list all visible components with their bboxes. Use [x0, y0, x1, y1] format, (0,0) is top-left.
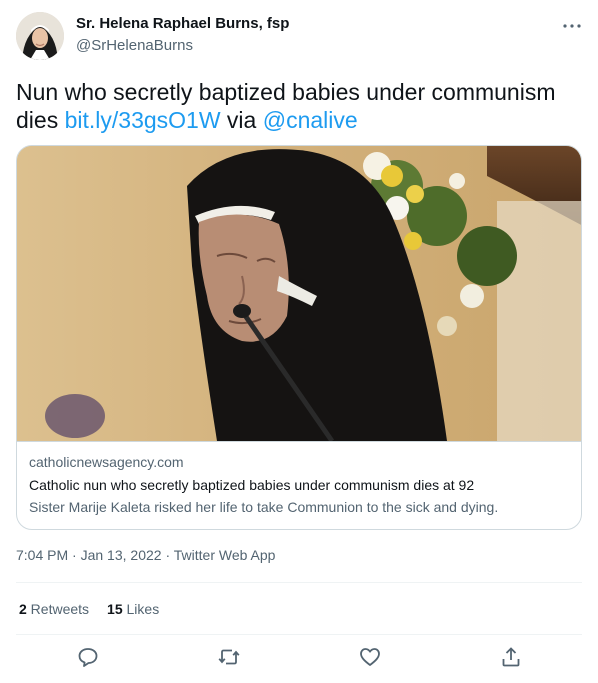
- retweets-count: 2: [19, 601, 27, 617]
- divider: [16, 582, 582, 583]
- retweets-stat[interactable]: 2 Retweets: [19, 601, 89, 617]
- card-domain: catholicnewsagency.com: [29, 454, 184, 470]
- reply-icon[interactable]: [76, 645, 100, 669]
- tweet-link[interactable]: bit.ly/33gsO1W: [65, 107, 221, 133]
- heart-icon[interactable]: [358, 645, 382, 669]
- tweet-date[interactable]: Jan 13, 2022: [81, 547, 162, 563]
- author-handle[interactable]: @SrHelenaBurns: [76, 37, 193, 54]
- tweet-time[interactable]: 7:04 PM: [16, 547, 68, 563]
- divider: [16, 634, 582, 635]
- meta-separator: ·: [161, 547, 174, 563]
- tweet-mention[interactable]: @cnalive: [263, 107, 358, 133]
- tweet-stats: 2 Retweets 15 Likes: [19, 601, 177, 617]
- tweet-text: Nun who secretly baptized babies under c…: [16, 78, 582, 134]
- more-icon[interactable]: [560, 14, 584, 38]
- tweet-text-part2: via: [220, 107, 263, 133]
- retweet-icon[interactable]: [217, 645, 241, 669]
- tweet: Sr. Helena Raphael Burns, fsp @SrHelenaB…: [0, 0, 598, 683]
- card-info[interactable]: catholicnewsagency.com Catholic nun who …: [17, 441, 581, 529]
- likes-stat[interactable]: 15 Likes: [107, 601, 159, 617]
- likes-count: 15: [107, 601, 123, 617]
- meta-separator: ·: [68, 547, 81, 563]
- card-title: Catholic nun who secretly baptized babie…: [29, 477, 475, 493]
- tweet-meta: 7:04 PM · Jan 13, 2022 · Twitter Web App: [16, 547, 275, 563]
- card-image[interactable]: [17, 146, 581, 441]
- avatar[interactable]: [16, 12, 64, 60]
- retweets-label: Retweets: [26, 601, 90, 617]
- link-card[interactable]: catholicnewsagency.com Catholic nun who …: [16, 145, 582, 530]
- share-icon[interactable]: [499, 645, 523, 669]
- tweet-source[interactable]: Twitter Web App: [174, 547, 276, 563]
- author-name[interactable]: Sr. Helena Raphael Burns, fsp: [76, 15, 289, 32]
- tweet-actions: [0, 645, 598, 673]
- likes-label: Likes: [122, 601, 160, 617]
- card-description: Sister Marije Kaleta risked her life to …: [29, 499, 499, 515]
